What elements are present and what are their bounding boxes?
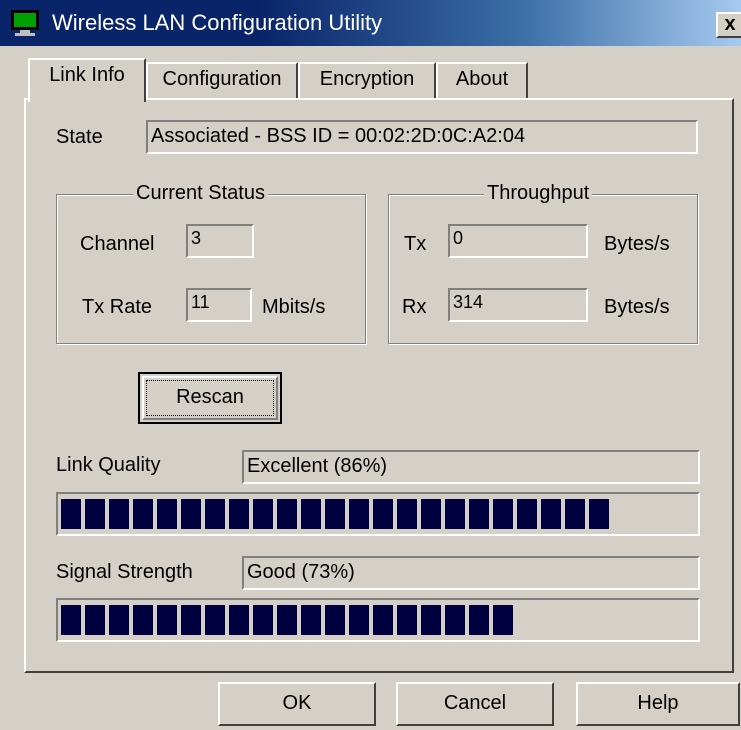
link-quality-field: Excellent (86%) [242, 450, 700, 484]
progress-block [373, 605, 393, 635]
progress-block [397, 605, 417, 635]
progress-block [253, 499, 273, 529]
progress-block [469, 605, 489, 635]
channel-field: 3 [186, 224, 254, 258]
progress-block [349, 605, 369, 635]
progress-block [85, 499, 105, 529]
progress-block [85, 605, 105, 635]
progress-block [301, 605, 321, 635]
progress-block [61, 499, 81, 529]
progress-block [397, 499, 417, 529]
link-quality-bar [56, 492, 700, 536]
state-label: State [56, 126, 103, 148]
progress-block [517, 499, 537, 529]
progress-block [493, 605, 513, 635]
progress-block [133, 499, 153, 529]
rx-unit: Bytes/s [604, 296, 670, 318]
progress-block [373, 499, 393, 529]
progress-block [205, 499, 225, 529]
state-field: Associated - BSS ID = 00:02:2D:0C:A2:04 [146, 120, 698, 154]
progress-block [277, 605, 297, 635]
progress-block [445, 499, 465, 529]
progress-block [109, 499, 129, 529]
link-quality-fill [61, 499, 695, 529]
tx-label: Tx [404, 233, 427, 255]
tx-field: 0 [448, 224, 588, 258]
progress-block [181, 499, 201, 529]
progress-block [325, 605, 345, 635]
rx-label: Rx [402, 296, 427, 318]
progress-block [493, 499, 513, 529]
progress-block [133, 605, 153, 635]
signal-strength-label: Signal Strength [56, 561, 193, 583]
progress-block [421, 605, 441, 635]
progress-block [541, 499, 561, 529]
ok-button[interactable]: OK [218, 682, 376, 726]
progress-block [301, 499, 321, 529]
progress-block [157, 605, 177, 635]
progress-block [229, 605, 249, 635]
progress-block [445, 605, 465, 635]
rescan-label: Rescan [176, 386, 244, 408]
progress-block [205, 605, 225, 635]
txrate-unit: Mbits/s [262, 296, 326, 318]
tx-unit: Bytes/s [604, 233, 670, 255]
progress-block [589, 499, 609, 529]
rescan-button[interactable]: Rescan [138, 372, 282, 424]
progress-block [565, 499, 585, 529]
txrate-label: Tx Rate [82, 296, 153, 318]
signal-strength-bar [56, 598, 700, 642]
rx-field: 314 [448, 288, 588, 322]
signal-strength-fill [61, 605, 695, 635]
progress-block [181, 605, 201, 635]
progress-block [349, 499, 369, 529]
progress-block [277, 499, 297, 529]
progress-block [469, 499, 489, 529]
link-quality-label: Link Quality [56, 454, 161, 476]
progress-block [253, 605, 273, 635]
progress-block [61, 605, 81, 635]
txrate-field: 11 [186, 288, 252, 322]
signal-strength-field: Good (73%) [242, 556, 700, 590]
throughput-title: Throughput [484, 182, 593, 205]
cancel-button[interactable]: Cancel [396, 682, 554, 726]
progress-block [421, 499, 441, 529]
progress-block [325, 499, 345, 529]
progress-block [229, 499, 249, 529]
progress-block [109, 605, 129, 635]
progress-block [157, 499, 177, 529]
help-button[interactable]: Help [576, 682, 740, 726]
current-status-title: Current Status [133, 182, 268, 205]
channel-label: Channel [80, 233, 155, 255]
